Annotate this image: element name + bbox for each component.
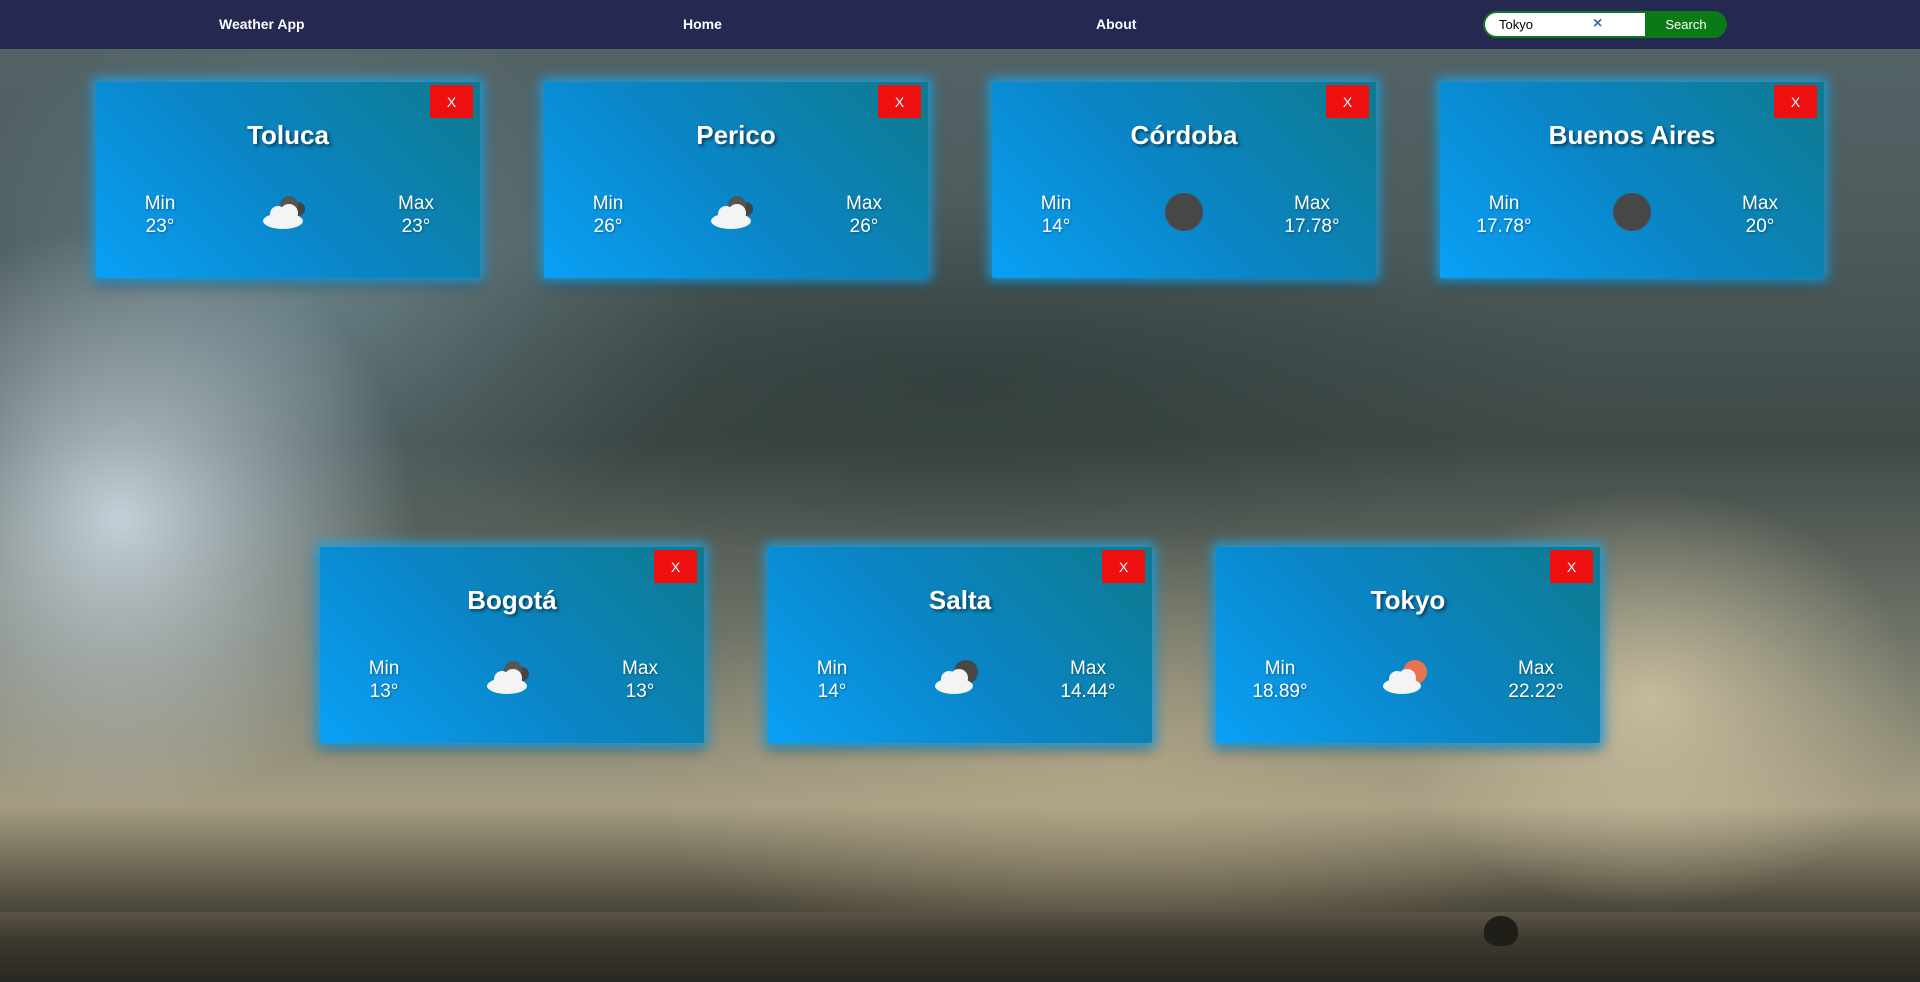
- min-label: Min: [592, 193, 624, 214]
- min-label: Min: [1488, 193, 1520, 214]
- weather-card: X Tokyo Min 18.89° Max 22.22°: [1216, 547, 1600, 743]
- max-label: Max: [1518, 658, 1554, 679]
- background-ground: [0, 912, 1920, 982]
- top-navbar: Weather App Home About × Search: [0, 0, 1920, 49]
- max-temp: Max 23°: [366, 192, 466, 238]
- max-label: Max: [622, 658, 658, 679]
- city-name: Tokyo: [1370, 585, 1446, 615]
- brand-link[interactable]: Weather App: [219, 16, 305, 32]
- max-temp: Max 26°: [814, 192, 914, 238]
- city-name: Buenos Aires: [1548, 120, 1716, 150]
- close-card-button[interactable]: X: [1326, 85, 1369, 118]
- few-clouds-day-icon: [1378, 657, 1438, 697]
- max-label: Max: [1294, 193, 1330, 214]
- weather-card: X Toluca Min 23° Max 23°: [96, 82, 480, 278]
- max-value: 17.78°: [1284, 216, 1340, 237]
- close-card-button[interactable]: X: [1550, 550, 1593, 583]
- max-label: Max: [846, 193, 882, 214]
- max-label: Max: [398, 193, 434, 214]
- max-temp: Max 17.78°: [1262, 192, 1362, 238]
- min-value: 18.89°: [1252, 681, 1308, 702]
- min-label: Min: [1040, 193, 1072, 214]
- city-name: Perico: [696, 120, 776, 150]
- close-card-button[interactable]: X: [430, 85, 473, 118]
- min-label: Min: [1264, 658, 1296, 679]
- min-temp: Min 14°: [1006, 192, 1106, 238]
- weather-card: X Buenos Aires Min 17.78° Max 20°: [1440, 82, 1824, 278]
- min-value: 26°: [593, 216, 623, 237]
- min-value: 14°: [1041, 216, 1071, 237]
- broken-clouds-icon: [482, 657, 542, 697]
- max-value: 26°: [849, 216, 879, 237]
- city-name: Toluca: [247, 120, 329, 150]
- max-temp: Max 13°: [590, 657, 690, 703]
- min-value: 17.78°: [1476, 216, 1532, 237]
- search-button[interactable]: Search: [1645, 11, 1727, 38]
- background-tree: [1484, 916, 1518, 946]
- max-value: 20°: [1745, 216, 1775, 237]
- city-name: Córdoba: [1130, 120, 1238, 150]
- min-value: 13°: [369, 681, 399, 702]
- city-name: Salta: [928, 585, 992, 615]
- max-label: Max: [1742, 193, 1778, 214]
- min-temp: Min 17.78°: [1454, 192, 1554, 238]
- max-temp: Max 22.22°: [1486, 657, 1586, 703]
- close-card-button[interactable]: X: [1102, 550, 1145, 583]
- clear-night-icon: [1154, 192, 1214, 232]
- weather-card: X Córdoba Min 14° Max 17.78°: [992, 82, 1376, 278]
- max-temp: Max 14.44°: [1038, 657, 1138, 703]
- min-temp: Min 23°: [110, 192, 210, 238]
- min-value: 23°: [145, 216, 175, 237]
- clear-night-icon: [1602, 192, 1662, 232]
- min-value: 14°: [817, 681, 847, 702]
- broken-clouds-icon: [706, 192, 766, 232]
- city-name: Bogotá: [467, 585, 557, 615]
- max-temp: Max 20°: [1710, 192, 1810, 238]
- nav-home-link[interactable]: Home: [683, 16, 722, 32]
- weather-card: X Bogotá Min 13° Max 13°: [320, 547, 704, 743]
- min-temp: Min 14°: [782, 657, 882, 703]
- search-form: × Search: [1483, 11, 1727, 38]
- max-value: 14.44°: [1060, 681, 1116, 702]
- close-card-button[interactable]: X: [654, 550, 697, 583]
- max-value: 22.22°: [1508, 681, 1564, 702]
- min-temp: Min 13°: [334, 657, 434, 703]
- broken-clouds-icon: [258, 192, 318, 232]
- nav-about-link[interactable]: About: [1096, 16, 1136, 32]
- max-value: 13°: [625, 681, 655, 702]
- clear-search-icon[interactable]: ×: [1593, 15, 1602, 33]
- search-input[interactable]: [1483, 11, 1645, 38]
- min-temp: Min 18.89°: [1230, 657, 1330, 703]
- close-card-button[interactable]: X: [1774, 85, 1817, 118]
- min-temp: Min 26°: [558, 192, 658, 238]
- min-label: Min: [368, 658, 400, 679]
- max-label: Max: [1070, 658, 1106, 679]
- min-label: Min: [816, 658, 848, 679]
- weather-card: X Perico Min 26° Max 26°: [544, 82, 928, 278]
- close-card-button[interactable]: X: [878, 85, 921, 118]
- few-clouds-night-icon: [930, 657, 990, 697]
- max-value: 23°: [401, 216, 431, 237]
- weather-card: X Salta Min 14° Max 14.44°: [768, 547, 1152, 743]
- min-label: Min: [144, 193, 176, 214]
